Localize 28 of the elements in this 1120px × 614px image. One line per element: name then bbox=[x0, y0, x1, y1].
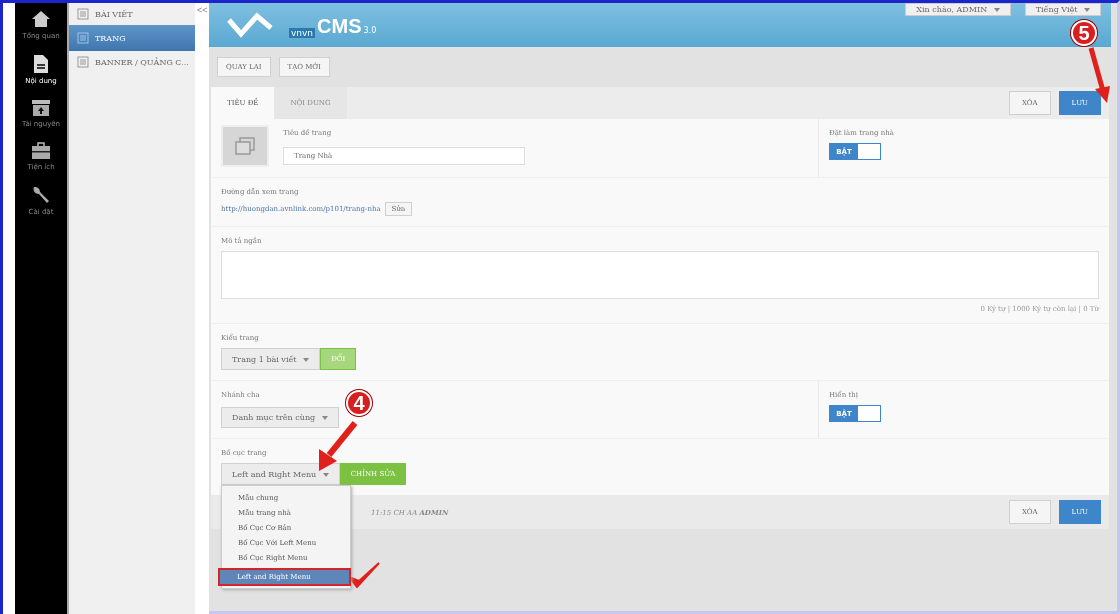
image-placeholder[interactable] bbox=[221, 125, 269, 167]
image-icon bbox=[234, 136, 256, 156]
page-icon bbox=[77, 56, 89, 68]
toolbox-icon bbox=[31, 142, 51, 160]
summary-textarea[interactable] bbox=[221, 251, 1099, 299]
page-icon bbox=[77, 8, 89, 20]
sidebar-item[interactable]: BANNER / QUẢNG C... bbox=[69, 51, 195, 73]
parent-select[interactable]: Danh mục trên cùng bbox=[221, 407, 339, 428]
home-icon bbox=[31, 9, 51, 29]
sidebar-item[interactable]: TRANG bbox=[69, 25, 195, 51]
caret-icon bbox=[1084, 8, 1090, 12]
logo-version: 3.0 bbox=[363, 26, 377, 35]
page-icon bbox=[77, 32, 89, 44]
user-menu[interactable]: Xin chào, ADMIN bbox=[905, 3, 1011, 16]
pointer-arrow bbox=[1088, 47, 1110, 103]
layout-select[interactable]: Left and Right Menu bbox=[221, 463, 340, 485]
caret-icon bbox=[321, 416, 328, 420]
step-badge: 5 bbox=[1071, 20, 1097, 46]
sidebar-item[interactable]: BÀI VIẾT bbox=[69, 3, 195, 25]
page-type-select[interactable]: Trang 1 bài viết bbox=[221, 348, 321, 370]
language-menu[interactable]: Tiếng Việt bbox=[1024, 3, 1101, 16]
document-icon bbox=[33, 54, 49, 74]
logo-text: CMS bbox=[317, 15, 362, 38]
caret-icon bbox=[303, 357, 310, 362]
step-badge: 4 bbox=[346, 390, 372, 416]
logo-mark: vnvn bbox=[289, 28, 316, 38]
upload-box-icon bbox=[31, 99, 51, 117]
caret-icon bbox=[993, 8, 1000, 12]
